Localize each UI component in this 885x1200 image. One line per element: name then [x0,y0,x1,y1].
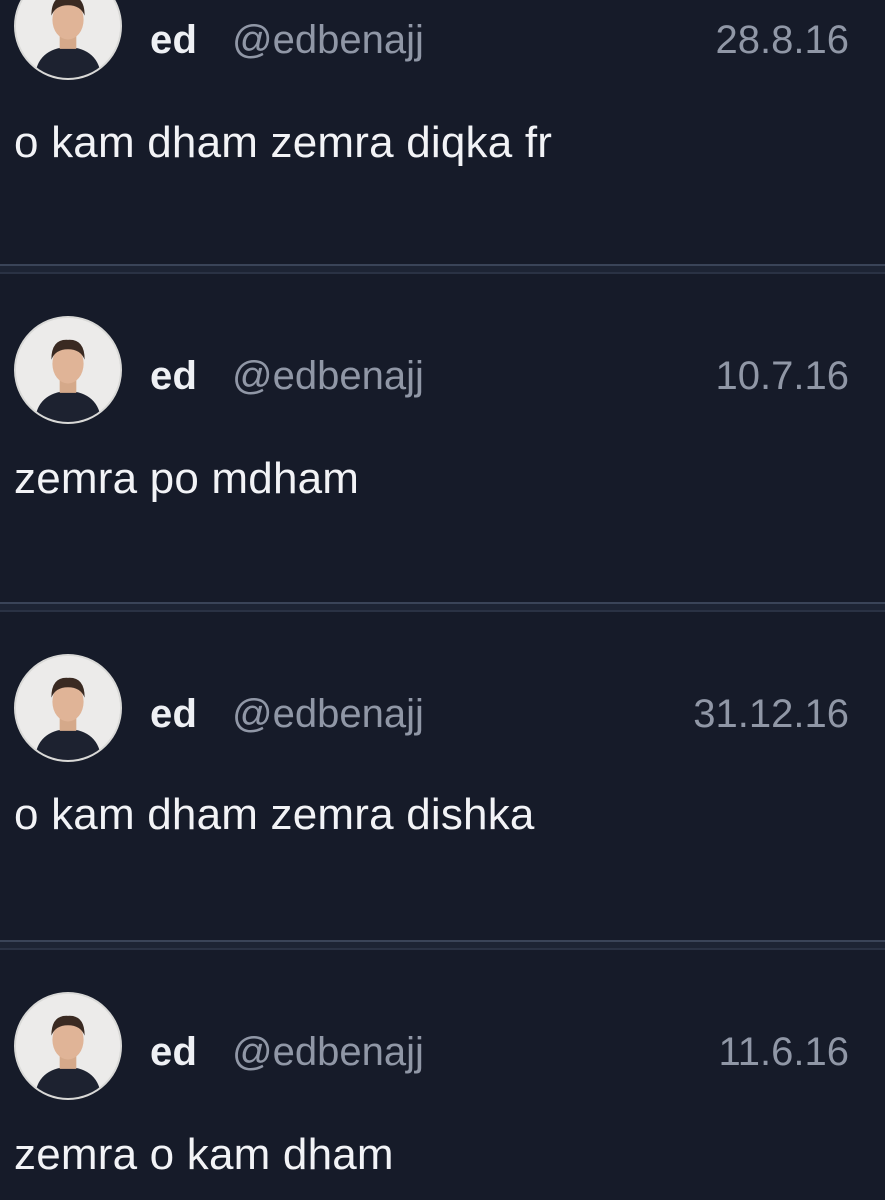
tweet-divider [0,264,885,274]
tweet-date[interactable]: 31.12.16 [693,692,849,737]
tweet-text: o kam dham zemra diqka fr [14,118,553,167]
display-name[interactable]: ed [150,1030,197,1075]
profile-photo-icon [16,318,120,422]
tweet-timeline: ed @edbenajj 28.8.16 o kam dham zemra di… [0,0,885,1200]
profile-photo-icon [16,994,120,1098]
user-handle[interactable]: @edbenajj [232,354,424,399]
avatar[interactable] [14,992,122,1100]
avatar[interactable] [14,654,122,762]
tweet-text: zemra po mdham [14,454,360,503]
display-name[interactable]: ed [150,18,197,63]
profile-photo-icon [16,0,120,78]
tweet-date[interactable]: 10.7.16 [716,354,849,399]
profile-photo-icon [16,656,120,760]
display-name[interactable]: ed [150,692,197,737]
tweet[interactable]: ed @edbenajj 31.12.16 o kam dham zemra d… [0,612,885,940]
tweet-divider [0,940,885,950]
display-name[interactable]: ed [150,354,197,399]
tweet-date[interactable]: 11.6.16 [719,1030,850,1075]
user-handle[interactable]: @edbenajj [232,1030,424,1075]
tweet-date[interactable]: 28.8.16 [716,18,849,63]
tweet[interactable]: ed @edbenajj 10.7.16 zemra po mdham [0,274,885,602]
avatar[interactable] [14,0,122,80]
tweet-divider [0,602,885,612]
tweet-text: zemra o kam dham [14,1130,394,1179]
tweet-text: o kam dham zemra dishka [14,790,535,839]
avatar[interactable] [14,316,122,424]
tweet[interactable]: ed @edbenajj 28.8.16 o kam dham zemra di… [0,0,885,266]
tweet[interactable]: ed @edbenajj 11.6.16 zemra o kam dham [0,950,885,1200]
user-handle[interactable]: @edbenajj [232,18,424,63]
user-handle[interactable]: @edbenajj [232,692,424,737]
